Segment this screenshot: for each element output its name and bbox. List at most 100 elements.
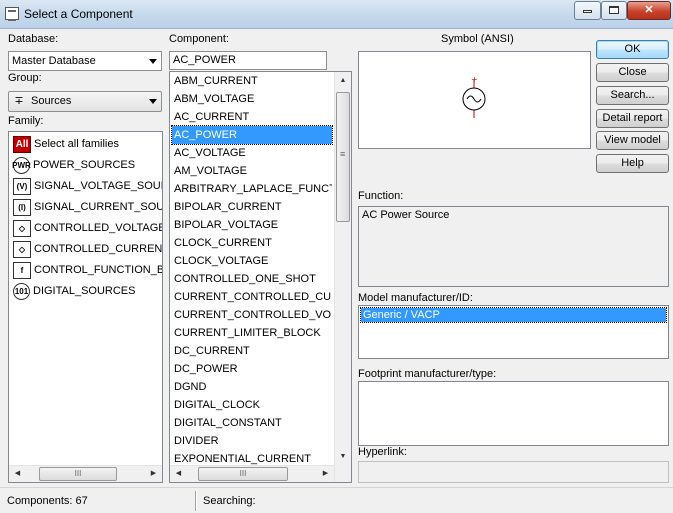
components-count: Components: 67 [7, 495, 88, 507]
scroll-right-icon[interactable]: ▶ [317, 466, 334, 482]
function-panel: AC Power Source [358, 206, 669, 287]
family-item[interactable]: 101 DIGITAL_SOURCES [13, 281, 162, 301]
component-list-item[interactable]: CURRENT_LIMITER_BLOCK [172, 324, 332, 342]
component-list-item[interactable]: CLOCK_VOLTAGE [172, 252, 332, 270]
chevron-down-icon [149, 99, 157, 104]
component-list-item[interactable]: AC_POWER [171, 125, 333, 145]
component-list-item[interactable]: DGND [172, 378, 332, 396]
minimize-icon [583, 10, 592, 13]
family-item-label: Select all families [34, 138, 119, 150]
scroll-right-icon[interactable]: ▶ [145, 466, 162, 482]
model-list[interactable]: Generic / VACP [358, 305, 669, 359]
component-list-item[interactable]: CURRENT_CONTROLLED_CURRE [172, 288, 332, 306]
component-list-item[interactable]: AC_CURRENT [172, 108, 332, 126]
hyperlink-label: Hyperlink: [358, 446, 407, 458]
footprint-list[interactable] [358, 381, 669, 446]
svg-text:+: + [471, 75, 478, 84]
family-item[interactable]: PWR POWER_SOURCES [12, 155, 162, 175]
control-function-icon: f [13, 261, 31, 279]
hyperlink-field[interactable] [358, 461, 669, 483]
group-value: Sources [31, 95, 72, 107]
component-list-item[interactable]: CURRENT_CONTROLLED_VOLTAC [172, 306, 332, 324]
close-window-button[interactable]: ✕ [627, 1, 671, 20]
component-list-item[interactable]: CONTROLLED_ONE_SHOT [172, 270, 332, 288]
family-item-label: POWER_SOURCES [33, 159, 136, 171]
component-list-item[interactable]: DC_POWER [172, 360, 332, 378]
family-hscrollbar[interactable]: ◀ III ▶ [9, 465, 162, 482]
component-list-item[interactable]: ABM_VOLTAGE [172, 90, 332, 108]
select-component-dialog: Select a Component ✕ Database: Master Da… [0, 0, 673, 513]
app-icon [5, 7, 19, 21]
component-hscrollbar[interactable]: ◀ III ▶ [170, 465, 334, 482]
digital-sources-icon: 101 [13, 282, 30, 300]
ac-source-symbol: + [462, 75, 486, 118]
family-item-label: CONTROLLED_CURRENT_ [34, 243, 163, 255]
status-bar: Components: 67 Searching: [0, 487, 673, 513]
component-list-item[interactable]: BIPOLAR_CURRENT [172, 198, 332, 216]
window-title: Select a Component [24, 7, 133, 21]
search-button[interactable]: Search... [596, 86, 669, 105]
view-model-button[interactable]: View model [596, 131, 669, 150]
power-sources-icon: PWR [12, 156, 31, 174]
scroll-thumb[interactable]: III [198, 467, 288, 481]
component-list-item[interactable]: DIGITAL_CONSTANT [172, 414, 332, 432]
family-list[interactable]: 101DIGITAL_SOURCESfCONTROL_FUNCTION_BLO◇… [8, 131, 163, 483]
family-item[interactable]: ◇CONTROLLED_VOLTAGE_S [13, 218, 162, 238]
component-list[interactable]: EXPONENTIAL_CURRENT DIVIDER DIGITAL_CONSTA… [169, 71, 352, 483]
database-label: Database: [8, 33, 59, 45]
component-list-item[interactable]: DIVIDER [172, 432, 332, 450]
component-list-item[interactable]: CLOCK_CURRENT [172, 234, 332, 252]
family-item[interactable]: ◇ CONTROLLED_CURRENT_ [13, 239, 163, 259]
all-families-icon: All [13, 135, 31, 153]
component-list-item[interactable]: BIPOLAR_VOLTAGE [172, 216, 332, 234]
family-item[interactable]: (I)SIGNAL_CURRENT_SOURC [13, 197, 162, 217]
group-select[interactable]: ∓ Sources [8, 91, 162, 112]
component-list-item[interactable]: ABM_CURRENT [172, 72, 332, 90]
function-label: Function: [358, 190, 404, 202]
close-button[interactable]: Close [596, 63, 669, 82]
close-icon: ✕ [644, 4, 654, 16]
family-item[interactable]: All Select all families [13, 134, 162, 154]
database-select[interactable]: Master Database [8, 51, 162, 71]
scroll-thumb[interactable]: III [39, 467, 117, 481]
maximize-button[interactable] [601, 1, 627, 20]
scroll-down-icon[interactable]: ▼ [335, 448, 351, 465]
scroll-thumb[interactable]: ≡ [336, 92, 350, 222]
function-value: AC Power Source [362, 209, 450, 221]
ok-button[interactable]: OK [596, 40, 669, 59]
title-bar: Select a Component ✕ [0, 0, 673, 29]
component-list-item[interactable]: AM_VOLTAGE [172, 162, 332, 180]
family-item-label: SIGNAL_CURRENT_SOURC [34, 201, 162, 213]
signal-current-icon: (I) [13, 198, 31, 216]
detail-report-button[interactable]: Detail report [596, 109, 669, 128]
group-label: Group: [8, 72, 42, 84]
help-button[interactable]: Help [596, 154, 669, 173]
family-item-label: CONTROL_FUNCTION_BLO [34, 264, 162, 276]
component-vscrollbar[interactable]: ▲ ≡ ▼ [334, 72, 351, 482]
sources-icon: ∓ [14, 95, 24, 107]
symbol-preview: + [358, 51, 591, 149]
family-item-label: SIGNAL_VOLTAGE_SOURC [34, 180, 163, 192]
status-divider [195, 491, 197, 511]
searching-status: Searching: [203, 495, 256, 507]
component-label: Component: [169, 33, 229, 45]
signal-voltage-icon: (V) [13, 177, 31, 195]
chevron-down-icon [149, 59, 157, 64]
database-value: Master Database [12, 55, 96, 67]
minimize-button[interactable] [574, 1, 601, 20]
component-list-item[interactable]: DIGITAL_CLOCK [172, 396, 332, 414]
scroll-left-icon[interactable]: ◀ [9, 466, 26, 482]
family-item[interactable]: fCONTROL_FUNCTION_BLO [13, 260, 162, 280]
scroll-left-icon[interactable]: ◀ [170, 466, 187, 482]
scroll-up-icon[interactable]: ▲ [335, 72, 351, 89]
family-item-label: CONTROLLED_VOLTAGE_S [34, 222, 162, 234]
component-list-item[interactable]: DC_CURRENT [172, 342, 332, 360]
family-item[interactable]: (V) SIGNAL_VOLTAGE_SOURC [13, 176, 163, 196]
family-label: Family: [8, 115, 44, 127]
component-list-item[interactable]: AC_VOLTAGE [172, 144, 332, 162]
component-search-input[interactable]: AC_POWER [169, 51, 327, 70]
model-label: Model manufacturer/ID: [358, 292, 473, 304]
model-row-selected[interactable]: Generic / VACP [360, 307, 667, 323]
component-list-item[interactable]: ARBITRARY_LAPLACE_FUNCTION [172, 180, 332, 198]
scroll-grip-icon: ≡ [340, 149, 346, 159]
